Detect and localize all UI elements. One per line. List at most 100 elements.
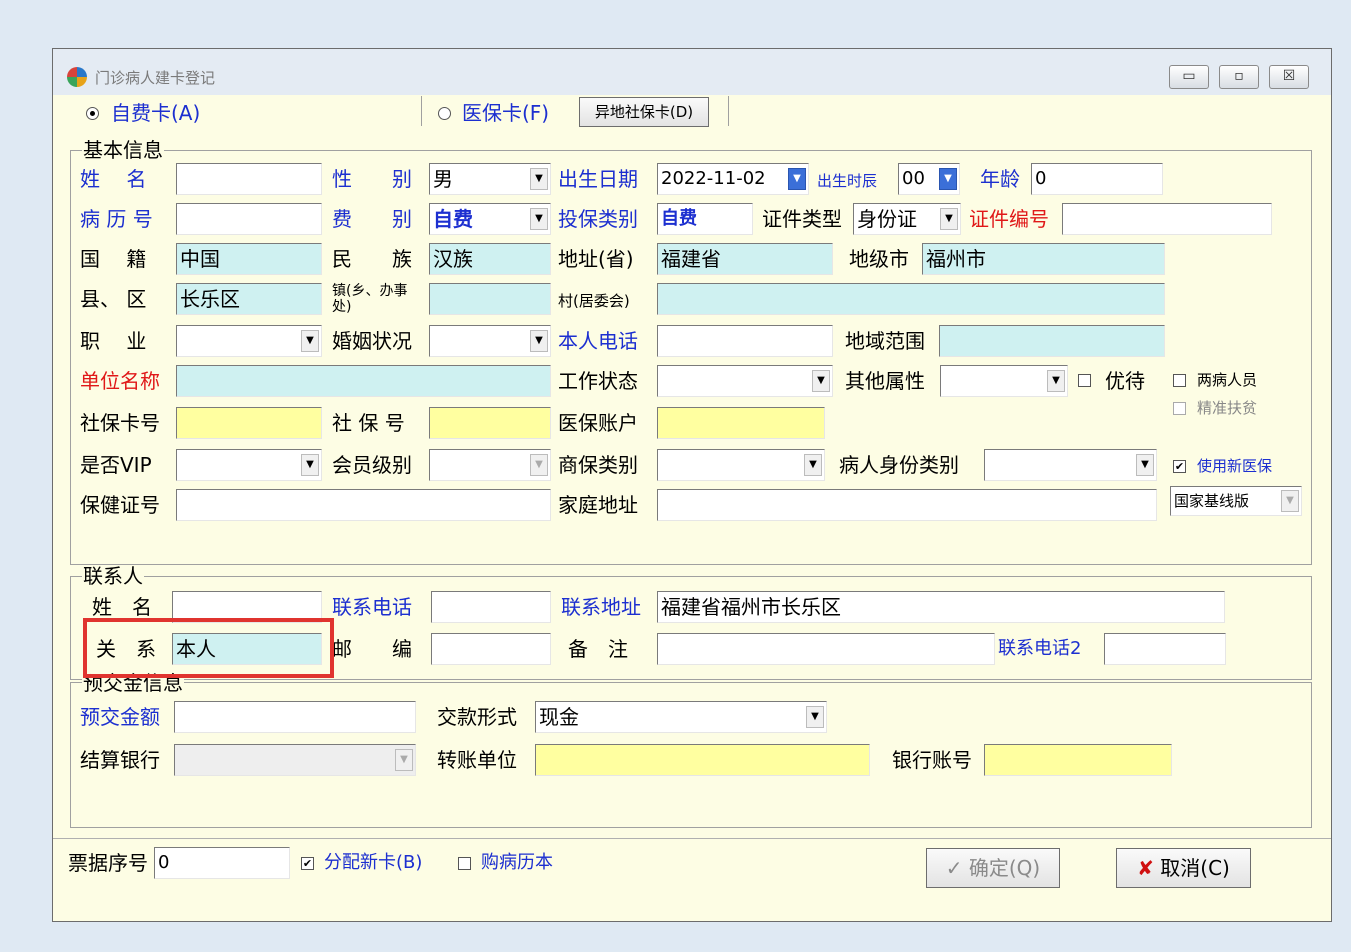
priority-checkbox[interactable]: [1078, 374, 1091, 387]
chevron-down-icon[interactable]: ▼: [806, 706, 824, 728]
region-field[interactable]: [939, 325, 1165, 357]
bank-select[interactable]: ▼: [174, 744, 416, 776]
other-attr-select[interactable]: ▼: [940, 365, 1068, 397]
self-pay-radio[interactable]: [86, 107, 99, 120]
insurance-radio[interactable]: [438, 107, 451, 120]
note-label: 备 注: [568, 637, 628, 661]
buy-record-checkbox[interactable]: [458, 857, 471, 870]
restore-button[interactable]: ▫: [1219, 65, 1259, 89]
chevron-down-icon[interactable]: ▼: [530, 454, 548, 476]
health-cert-field[interactable]: [176, 489, 551, 521]
member-level-select[interactable]: ▼: [429, 449, 551, 481]
region-label: 地域范围: [845, 329, 925, 353]
comm-ins-select[interactable]: ▼: [657, 449, 825, 481]
work-status-label: 工作状态: [558, 369, 638, 393]
name-field[interactable]: [176, 163, 322, 195]
chevron-down-icon[interactable]: ▼: [530, 330, 548, 352]
zip-field[interactable]: [431, 633, 551, 665]
chevron-down-icon[interactable]: ▼: [812, 370, 830, 392]
id-no-field[interactable]: [1062, 203, 1272, 235]
zip-label: 邮 编: [332, 637, 412, 661]
chevron-down-icon[interactable]: ▼: [939, 168, 957, 190]
ss-card-field[interactable]: [176, 407, 322, 439]
occupation-label: 职 业: [80, 329, 147, 353]
med-account-field[interactable]: [657, 407, 825, 439]
chevron-down-icon[interactable]: ▼: [530, 168, 548, 190]
village-field[interactable]: [657, 283, 1165, 315]
town-label: 镇(乡、办事处): [332, 283, 408, 315]
work-status-select[interactable]: ▼: [657, 365, 833, 397]
payment-method-select[interactable]: 现金 ▼: [535, 701, 827, 733]
id-type-value: 身份证: [857, 207, 917, 231]
ss-no-field[interactable]: [429, 407, 551, 439]
marital-label: 婚姻状况: [332, 329, 412, 353]
marital-select[interactable]: ▼: [429, 325, 551, 357]
deposit-amount-field[interactable]: [174, 701, 416, 733]
id-type-select[interactable]: 身份证 ▼: [853, 203, 961, 235]
note-field[interactable]: [657, 633, 995, 665]
insurance-label[interactable]: 医保卡(F): [462, 100, 549, 126]
birth-hour-select[interactable]: 00 ▼: [898, 163, 960, 195]
confirm-button[interactable]: ✓ 确定(Q): [926, 848, 1060, 888]
chevron-down-icon[interactable]: ▼: [1136, 454, 1154, 476]
chevron-down-icon[interactable]: ▼: [301, 330, 319, 352]
insured-type-field[interactable]: 自费: [657, 203, 753, 235]
chevron-down-icon[interactable]: ▼: [530, 208, 548, 230]
nationality-field[interactable]: 中国: [176, 243, 322, 275]
cancel-button[interactable]: ✘ 取消(C): [1116, 848, 1251, 888]
contact-phone-label: 联系电话: [332, 595, 412, 619]
city-label: 地级市: [849, 247, 909, 271]
new-insurance-checkbox[interactable]: ✔: [1173, 460, 1186, 473]
contact-phone-field[interactable]: [431, 591, 551, 623]
vip-select[interactable]: ▼: [176, 449, 322, 481]
birth-date-picker[interactable]: 2022-11-02 ▼: [657, 163, 809, 195]
province-field[interactable]: 福建省: [657, 243, 833, 275]
two-disease-label: 两病人员: [1197, 371, 1258, 389]
close-button[interactable]: ☒: [1269, 65, 1309, 89]
deposit-amount-label: 预交金额: [80, 705, 160, 729]
chevron-down-icon[interactable]: ▼: [1281, 490, 1299, 512]
unit-field[interactable]: [176, 365, 551, 397]
chevron-down-icon[interactable]: ▼: [395, 749, 413, 771]
chevron-down-icon[interactable]: ▼: [1047, 370, 1065, 392]
ethnic-field[interactable]: 汉族: [429, 243, 551, 275]
check-icon: ✓: [945, 856, 963, 880]
record-no-field[interactable]: [176, 203, 322, 235]
bank-label: 结算银行: [80, 748, 160, 772]
confirm-label: 确定(Q): [968, 856, 1041, 880]
birth-date-value: 2022-11-02: [661, 168, 766, 189]
city-field[interactable]: 福州市: [922, 243, 1165, 275]
new-card-checkbox[interactable]: ✔: [301, 857, 314, 870]
chevron-down-icon[interactable]: ▼: [804, 454, 822, 476]
gender-label: 性 别: [332, 167, 412, 191]
fee-type-select[interactable]: 自费 ▼: [429, 203, 551, 235]
remote-ss-card-button[interactable]: 异地社保卡(D): [579, 97, 709, 127]
bank-account-field[interactable]: [984, 744, 1172, 776]
tab-divider-2: [728, 96, 729, 126]
fee-type-value: 自费: [433, 207, 473, 231]
version-select[interactable]: 国家基线版 ▼: [1170, 486, 1302, 516]
two-disease-checkbox[interactable]: [1173, 374, 1186, 387]
gender-select[interactable]: 男 ▼: [429, 163, 551, 195]
chevron-down-icon[interactable]: ▼: [301, 454, 319, 476]
id-type-label: 证件类型: [762, 207, 842, 231]
town-field[interactable]: [429, 283, 551, 315]
minimize-button[interactable]: ▭: [1169, 65, 1209, 89]
phone-field[interactable]: [657, 325, 833, 357]
contact-address-field[interactable]: 福建省福州市长乐区: [657, 591, 1225, 623]
calendar-dropdown-icon[interactable]: ▼: [788, 168, 806, 190]
home-address-field[interactable]: [657, 489, 1157, 521]
transfer-unit-field[interactable]: [535, 744, 870, 776]
patient-type-select[interactable]: ▼: [984, 449, 1157, 481]
county-field[interactable]: 长乐区: [176, 283, 322, 315]
cancel-label: 取消(C): [1160, 856, 1230, 880]
occupation-select[interactable]: ▼: [176, 325, 322, 357]
receipt-no-field[interactable]: 0: [154, 847, 290, 879]
ss-card-label: 社保卡号: [80, 411, 160, 435]
age-field[interactable]: 0: [1031, 163, 1163, 195]
self-pay-label[interactable]: 自费卡(A): [111, 100, 200, 126]
contact-address-label: 联系地址: [561, 595, 641, 619]
age-label: 年龄: [980, 167, 1020, 191]
chevron-down-icon[interactable]: ▼: [940, 208, 958, 230]
contact-phone2-field[interactable]: [1104, 633, 1226, 665]
